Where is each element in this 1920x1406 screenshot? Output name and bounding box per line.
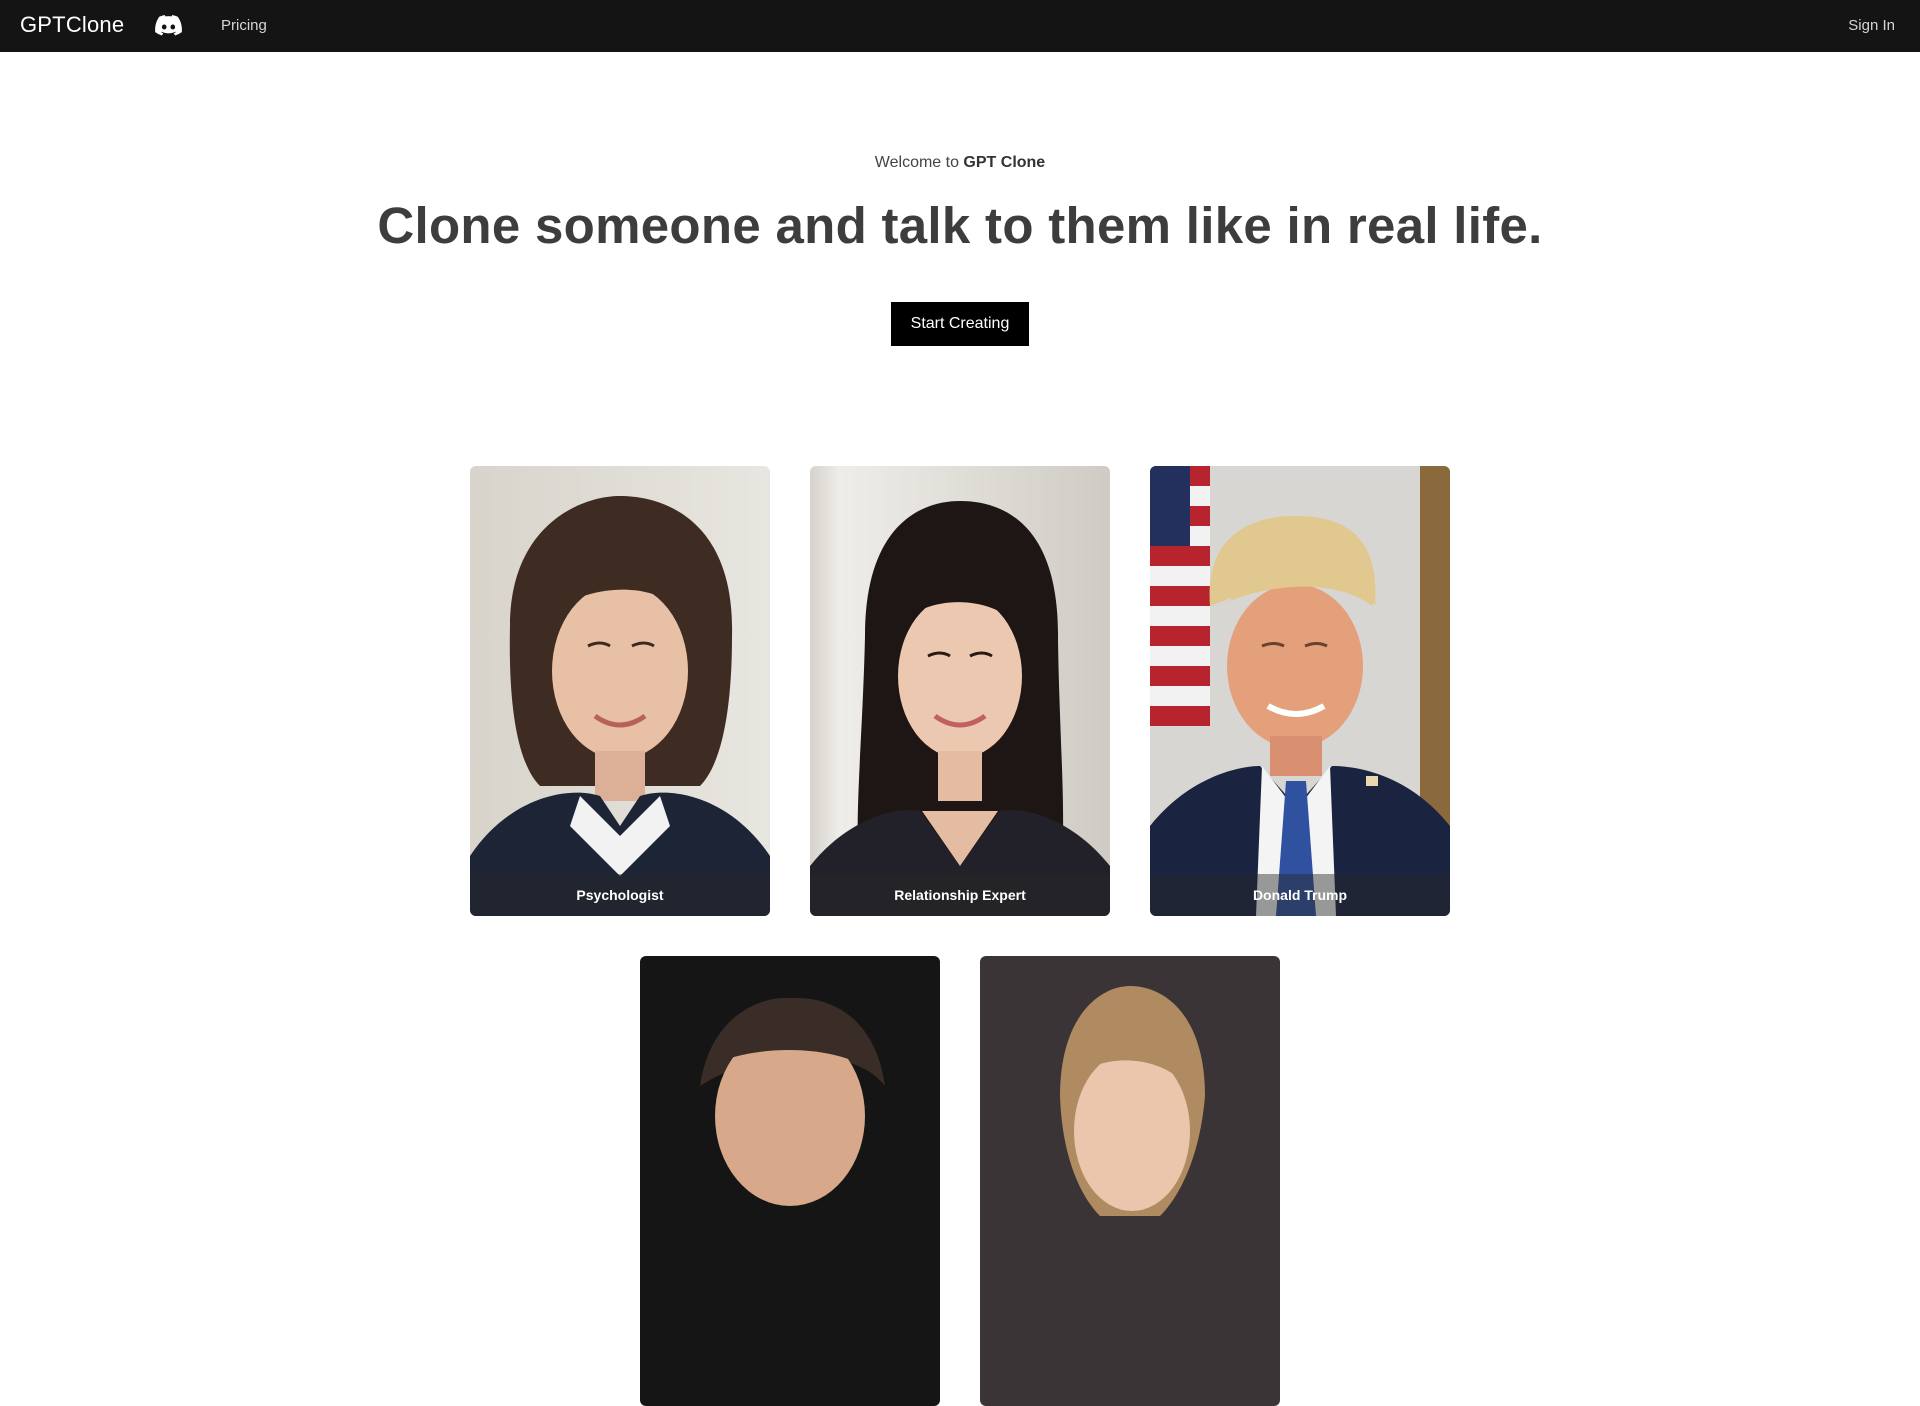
character-card-4[interactable] (640, 956, 940, 1406)
character-card-psychologist[interactable]: Psychologist (470, 466, 770, 916)
start-creating-button[interactable]: Start Creating (891, 302, 1029, 346)
character-card-relationship-expert[interactable]: Relationship Expert (810, 466, 1110, 916)
donald-trump-portrait-image (1150, 466, 1450, 916)
discord-icon[interactable] (155, 15, 182, 36)
character-card-donald-trump[interactable]: Donald Trump (1150, 466, 1450, 916)
psychologist-portrait-image (470, 466, 770, 916)
card-4-portrait-image (640, 956, 940, 1406)
top-navbar: GPTClone Pricing Sign In (0, 0, 1920, 52)
card-5-portrait-image (980, 956, 1280, 1406)
hero-headline: Clone someone and talk to them like in r… (377, 197, 1543, 254)
sign-in-link[interactable]: Sign In (1848, 17, 1895, 34)
welcome-text: Welcome to GPT Clone (0, 154, 1920, 172)
card-caption: Donald Trump (1150, 874, 1450, 916)
brand-logo[interactable]: GPTClone (20, 12, 124, 38)
card-caption: Relationship Expert (810, 874, 1110, 916)
welcome-brand: GPT Clone (963, 154, 1046, 171)
card-caption: Psychologist (470, 874, 770, 916)
character-card-5[interactable] (980, 956, 1280, 1406)
relationship-expert-portrait-image (810, 466, 1110, 916)
nav-pricing-link[interactable]: Pricing (221, 17, 267, 34)
welcome-prefix: Welcome to (874, 154, 964, 171)
